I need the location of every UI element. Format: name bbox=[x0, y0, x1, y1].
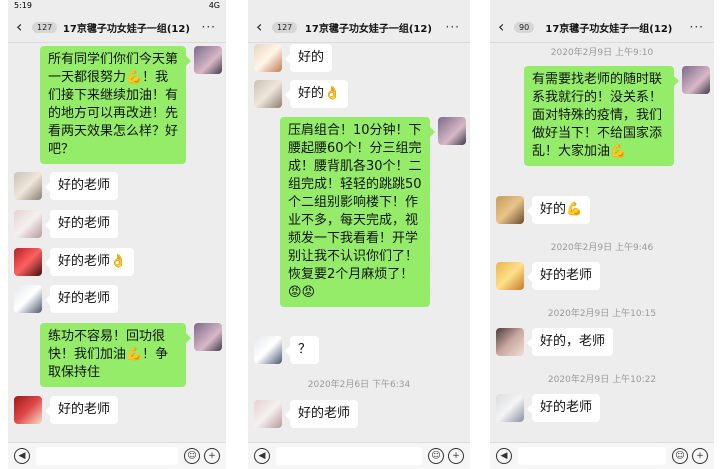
message-input[interactable] bbox=[36, 447, 178, 465]
more-options-icon[interactable]: ··· bbox=[690, 20, 704, 34]
back-chevron-icon[interactable]: ‹ bbox=[16, 12, 30, 42]
message-row: 好的老师 bbox=[14, 172, 119, 200]
avatar[interactable] bbox=[438, 117, 466, 145]
status-bar: 5:19 4G bbox=[8, 0, 226, 12]
voice-icon[interactable]: ◀ bbox=[14, 448, 30, 464]
message-row: 好的老师 bbox=[254, 400, 359, 428]
avatar[interactable] bbox=[14, 210, 42, 238]
avatar[interactable] bbox=[14, 396, 42, 424]
avatar[interactable] bbox=[496, 328, 524, 356]
status-time: 5:19 bbox=[14, 1, 32, 10]
message-row: 所有同学们你们今天第一天都很努力💪！我们接下来继续加油！有的地方可以再改进！先看… bbox=[40, 46, 222, 164]
avatar[interactable] bbox=[14, 248, 42, 276]
more-options-icon[interactable]: ··· bbox=[202, 20, 216, 34]
message-bubble[interactable]: 好的，老师 bbox=[526, 328, 614, 356]
plus-icon[interactable]: + bbox=[204, 448, 220, 464]
timestamp: 2020年2月9日 上午10:15 bbox=[547, 309, 657, 319]
emoji-icon[interactable]: ☺ bbox=[428, 448, 444, 464]
chat-header: ‹ 127 17京毽子功女娃子一组(12) ··· bbox=[8, 12, 226, 43]
message-row: 好的老师👌 bbox=[14, 248, 135, 276]
chat-header: ‹ 90 17京毽子功女娃子一组(12) ··· bbox=[490, 12, 714, 43]
message-row: 压肩组合！10分钟！下腰起腰60个！分三组完成！腰背肌各30个！二组完成！轻轻的… bbox=[280, 117, 466, 307]
chat-header: ‹ 127 17京毽子功女娃子一组(12) ··· bbox=[248, 12, 470, 43]
avatar[interactable] bbox=[254, 44, 282, 72]
message-bubble[interactable]: 好的老师 bbox=[44, 285, 119, 313]
timestamp: 2020年2月9日 上午10:22 bbox=[547, 375, 657, 385]
message-row: 好的💪 bbox=[496, 196, 591, 224]
message-row: 好的 bbox=[254, 44, 333, 72]
input-bar: ◀ ☺ + bbox=[248, 442, 470, 469]
message-bubble[interactable]: 好的👌 bbox=[284, 80, 349, 108]
more-options-icon[interactable]: ··· bbox=[446, 20, 460, 34]
message-bubble[interactable]: ？ bbox=[284, 336, 320, 364]
emoji-icon[interactable]: ☺ bbox=[672, 448, 688, 464]
timestamp: 2020年2月9日 上午9:46 bbox=[550, 243, 654, 253]
status-signal: 4G bbox=[208, 1, 220, 10]
message-row: 好的老师 bbox=[14, 285, 119, 313]
message-row: 好的老师 bbox=[14, 210, 119, 238]
timestamp: 2020年2月9日 上午9:10 bbox=[550, 48, 654, 58]
message-bubble[interactable]: 好的💪 bbox=[526, 196, 591, 224]
back-chevron-icon[interactable]: ‹ bbox=[256, 12, 270, 42]
back-chevron-icon[interactable]: ‹ bbox=[498, 12, 512, 42]
message-bubble[interactable]: 好的 bbox=[284, 44, 333, 72]
avatar[interactable] bbox=[254, 400, 282, 428]
message-bubble[interactable]: 好的老师 bbox=[44, 396, 119, 424]
avatar[interactable] bbox=[496, 394, 524, 422]
chat-title: 17京毽子功女娃子一组(12) bbox=[62, 23, 190, 35]
message-bubble[interactable]: 好的老师 bbox=[526, 262, 601, 290]
message-bubble[interactable]: 好的老师 bbox=[526, 394, 601, 422]
message-input[interactable] bbox=[518, 447, 666, 465]
message-bubble[interactable]: 好的老师 bbox=[44, 172, 119, 200]
unread-count-badge[interactable]: 127 bbox=[272, 21, 298, 33]
plus-icon[interactable]: + bbox=[448, 448, 464, 464]
message-row: 练功不容易！回功很快！我们加油💪！争取保持住 bbox=[40, 323, 222, 387]
input-bar: ◀ ☺ + bbox=[490, 442, 714, 469]
message-bubble[interactable]: 好的老师👌 bbox=[44, 248, 135, 276]
message-bubble[interactable]: 压肩组合！10分钟！下腰起腰60个！分三组完成！腰背肌各30个！二组完成！轻轻的… bbox=[280, 117, 435, 307]
avatar[interactable] bbox=[14, 172, 42, 200]
message-bubble[interactable]: 所有同学们你们今天第一天都很努力💪！我们接下来继续加油！有的地方可以再改进！先看… bbox=[40, 46, 191, 164]
avatar[interactable] bbox=[496, 262, 524, 290]
avatar[interactable] bbox=[194, 46, 222, 74]
voice-icon[interactable]: ◀ bbox=[254, 448, 270, 464]
emoji-icon[interactable]: ☺ bbox=[184, 448, 200, 464]
unread-count-badge[interactable]: 90 bbox=[514, 21, 535, 33]
message-row: 好的，老师 bbox=[496, 328, 614, 356]
chat-title: 17京毽子功女娃子一组(12) bbox=[545, 23, 673, 35]
message-row: ？ bbox=[254, 336, 320, 364]
message-row: 好的老师 bbox=[14, 396, 119, 424]
message-row: 有需要找老师的随时联系我就行的！没关系！面对特殊的疫情，我们做好当下！不给国家添… bbox=[524, 66, 710, 166]
message-row: 好的👌 bbox=[254, 80, 349, 108]
plus-icon[interactable]: + bbox=[692, 448, 708, 464]
message-bubble[interactable]: 有需要找老师的随时联系我就行的！没关系！面对特殊的疫情，我们做好当下！不给国家添… bbox=[524, 66, 679, 166]
timestamp: 2020年2月6日 下午6:34 bbox=[307, 380, 411, 390]
avatar[interactable] bbox=[14, 285, 42, 313]
voice-icon[interactable]: ◀ bbox=[496, 448, 512, 464]
avatar[interactable] bbox=[682, 66, 710, 94]
unread-count-badge[interactable]: 127 bbox=[32, 21, 58, 33]
input-bar: ◀ ☺ + bbox=[8, 442, 226, 469]
avatar[interactable] bbox=[496, 196, 524, 224]
avatar[interactable] bbox=[254, 336, 282, 364]
chat-title: 17京毽子功女娃子一组(12) bbox=[304, 23, 432, 35]
message-row: 好的老师 bbox=[496, 262, 601, 290]
message-bubble[interactable]: 好的老师 bbox=[284, 400, 359, 428]
avatar[interactable] bbox=[194, 323, 222, 351]
message-input[interactable] bbox=[276, 447, 422, 465]
chat-screen-3: ‹ 90 17京毽子功女娃子一组(12) ··· 2020年2月9日 上午9:1… bbox=[490, 0, 714, 469]
avatar[interactable] bbox=[254, 80, 282, 108]
message-row: 好的老师 bbox=[496, 394, 601, 422]
chat-screen-2: ‹ 127 17京毽子功女娃子一组(12) ··· 好的 好的👌 压肩组合！10… bbox=[248, 0, 470, 469]
chat-screen-1: 5:19 4G ‹ 127 17京毽子功女娃子一组(12) ··· 所有同学们你… bbox=[8, 0, 226, 469]
message-bubble[interactable]: 练功不容易！回功很快！我们加油💪！争取保持住 bbox=[40, 323, 191, 387]
message-bubble[interactable]: 好的老师 bbox=[44, 210, 119, 238]
